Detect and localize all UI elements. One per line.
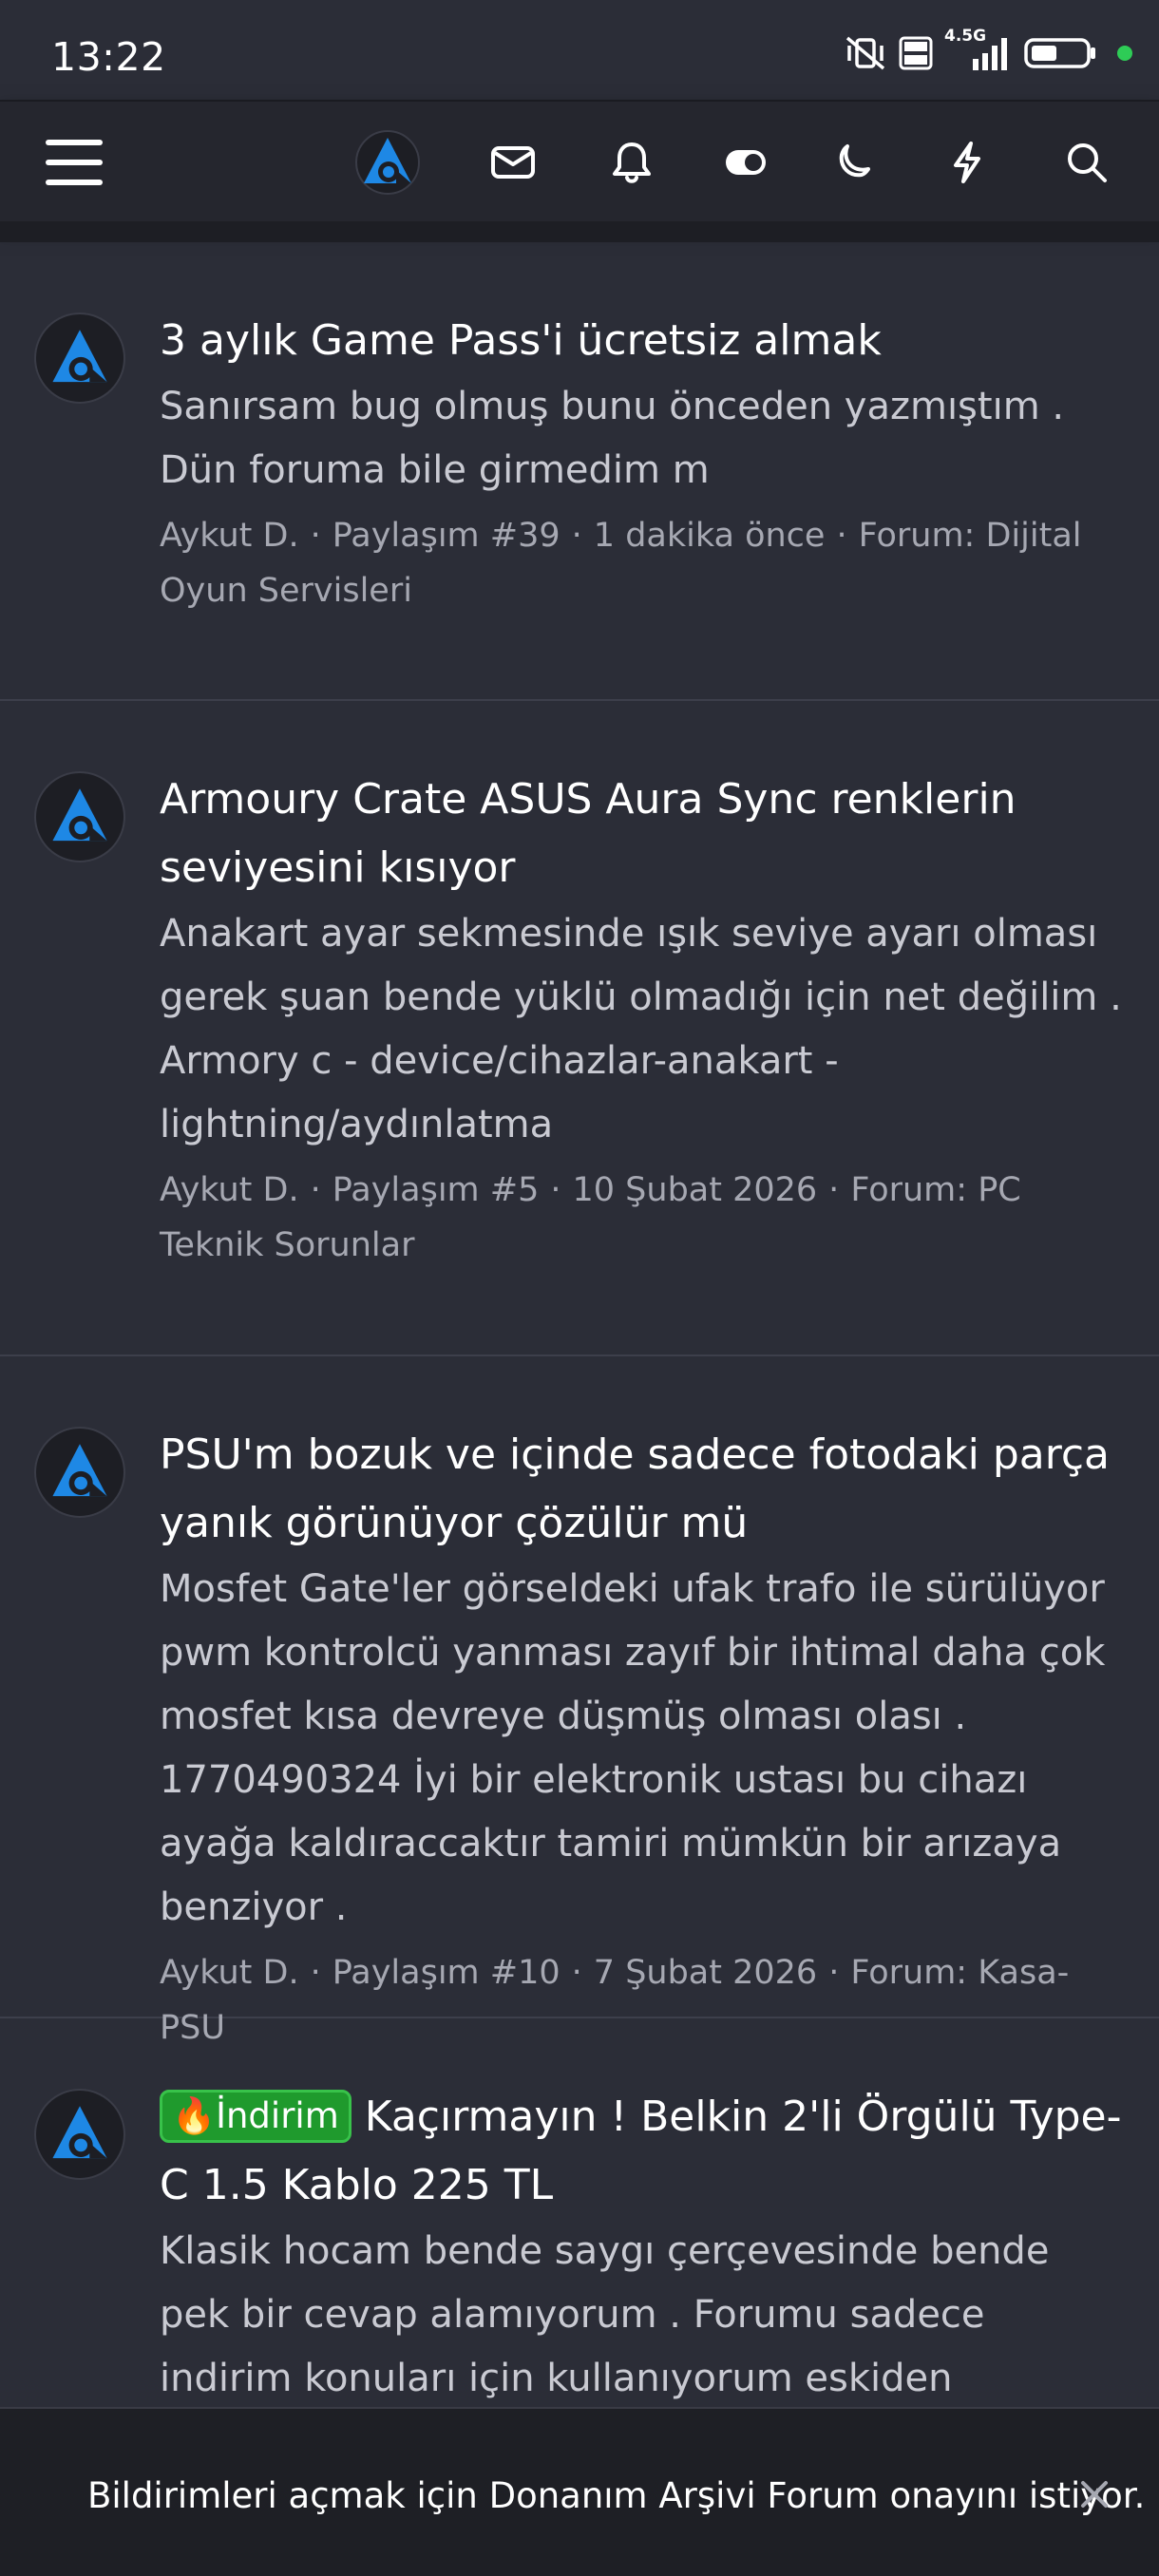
notification-message: Bildirimleri açmak için Donanım Arşivi F… [87,2475,1145,2516]
author-link[interactable]: Aykut D. [160,1954,299,1992]
post-title[interactable]: 🔥İndirim Kaçırmayın ! Belkin 2'li Örgülü… [160,2083,1125,2220]
post-number-link[interactable]: Paylaşım #5 [332,1171,540,1209]
post-number-link[interactable]: Paylaşım #39 [332,517,560,555]
author-link[interactable]: Aykut D. [160,517,299,555]
post-time: 7 Şubat 2026 [593,1954,818,1992]
search-icon[interactable] [1058,134,1115,191]
status-icons: 4.5G [844,28,1132,74]
inbox-icon[interactable] [484,134,542,191]
lightning-icon[interactable] [939,134,996,191]
post-title[interactable]: PSU'm bozuk ve içinde sadece fotodaki pa… [160,1421,1125,1558]
notification-site: Donanım Arşivi Forum [488,2475,879,2516]
post-snippet: Anakart ayar sekmesinde ışık seviye ayar… [160,912,1122,1146]
top-nav [0,100,1159,221]
list-item[interactable]: Armoury Crate ASUS Aura Sync renklerin s… [0,701,1159,1356]
avatar[interactable] [34,1427,125,1518]
status-bar: 13:22 4.5G [0,0,1159,100]
mute-vibrate-icon [844,34,887,72]
post-title[interactable]: Armoury Crate ASUS Aura Sync renklerin s… [160,766,1125,902]
avatar[interactable] [34,2089,125,2180]
signal-icon: 4.5G [944,28,1013,72]
close-icon[interactable] [1068,2468,1121,2521]
list-item[interactable]: 3 aylık Game Pass'i ücretsiz almak Sanır… [0,242,1159,701]
battery-icon [1024,34,1098,72]
list-item[interactable]: PSU'm bozuk ve içinde sadece fotodaki pa… [0,1356,1159,2047]
post-meta: Aykut D. · Paylaşım #5 · 10 Şubat 2026 · Forum… [160,1171,1021,1264]
clock: 13:22 [51,34,166,80]
avatar[interactable] [34,313,125,404]
bell-icon[interactable] [603,134,660,191]
post-snippet: Sanırsam bug olmuş bunu önceden yazmıştı… [160,385,1065,492]
toggle-icon[interactable] [717,134,774,191]
notification-prefix: Bildirimleri açmak için [87,2475,478,2516]
avatar[interactable] [34,771,125,862]
list-item[interactable]: 🔥İndirim Kaçırmayın ! Belkin 2'li Örgülü… [0,2018,1159,2464]
post-snippet: Mosfet Gate'ler görseldeki ufak trafo il… [160,1567,1106,1929]
moon-icon[interactable] [825,134,882,191]
volte-icon [899,36,933,70]
menu-icon[interactable] [46,134,103,191]
activity-feed: 3 aylık Game Pass'i ücretsiz almak Sanır… [0,242,1159,2464]
post-number-link[interactable]: Paylaşım #10 [332,1954,560,1992]
post-time: 10 Şubat 2026 [572,1171,818,1209]
network-type-label: 4.5G [944,27,987,46]
discount-badge[interactable]: 🔥İndirim [160,2090,352,2143]
notification-dot [1117,46,1132,61]
post-meta: Aykut D. · Paylaşım #39 · 1 dakika önce · Foru… [160,517,1082,610]
site-logo[interactable] [353,128,422,197]
notification-permission-banner: Bildirimleri açmak için Donanım Arşivi F… [0,2407,1159,2576]
post-time: 1 dakika önce [593,517,826,555]
author-link[interactable]: Aykut D. [160,1171,299,1209]
nav-shadow-strip [0,221,1159,242]
post-title[interactable]: 3 aylık Game Pass'i ücretsiz almak [160,307,1125,375]
